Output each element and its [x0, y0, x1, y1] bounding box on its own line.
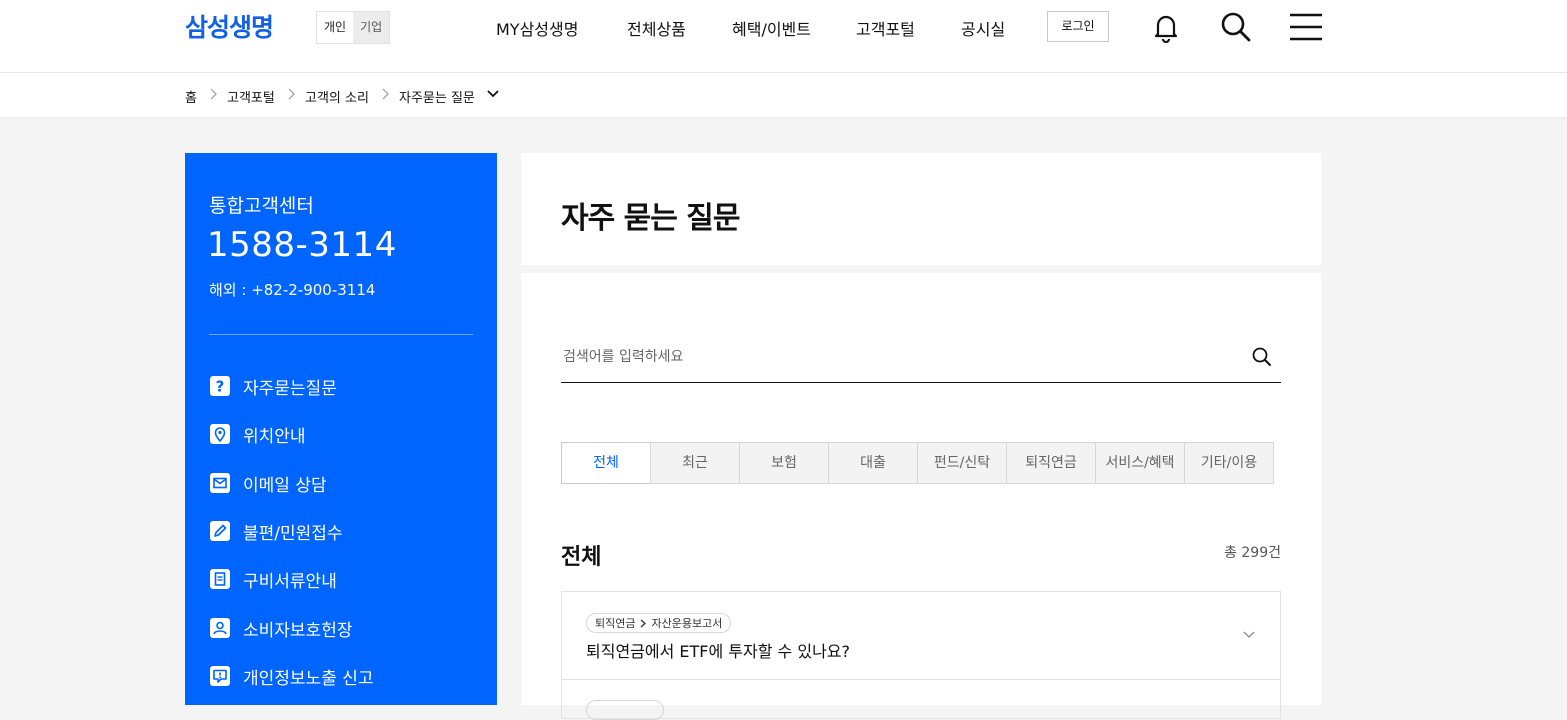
- chevron-right-icon: [382, 88, 389, 100]
- alert-chat-icon: [210, 666, 230, 686]
- question-icon: ?: [210, 376, 230, 396]
- faq-category: 퇴직연금: [595, 616, 636, 630]
- faq-subcategory: 자산운용보고서: [651, 616, 723, 630]
- faq-question[interactable]: 퇴직연금에서 ETF에 투자할 수 있나요?: [586, 638, 850, 662]
- nav-benefits-events[interactable]: 혜택/이벤트: [732, 16, 811, 40]
- sidebar-item-label: 불편/민원접수: [243, 523, 343, 544]
- sidebar-item-label: 개인정보노출 신고: [243, 668, 374, 689]
- customer-type-toggle: 개인 기업: [316, 11, 391, 44]
- tab-insurance[interactable]: 보험: [739, 442, 829, 484]
- category-tabs: 전체 최근 보험 대출 펀드/신탁 퇴직연금 서비스/혜택 기타/이용: [561, 442, 1281, 484]
- sidebar-item-label: 이메일 상담: [243, 475, 327, 496]
- breadcrumb-customer-voice[interactable]: 고객의 소리: [305, 87, 369, 106]
- faq-category-badge: 퇴직연금 자산운용보고서: [586, 613, 732, 633]
- chevron-right-icon: [210, 88, 217, 100]
- user-icon: [210, 618, 230, 638]
- sidebar-phone: 1588-3114: [207, 225, 397, 265]
- breadcrumb-customer-portal[interactable]: 고객포털: [227, 87, 275, 106]
- location-pin-icon: [210, 424, 230, 444]
- page-title-box: 자주 묻는 질문: [521, 153, 1321, 265]
- menu-icon[interactable]: [1290, 11, 1322, 43]
- nav-disclosure[interactable]: 공시실: [961, 16, 1005, 40]
- login-button[interactable]: 로그인: [1047, 11, 1109, 42]
- nav-my-samsung-life[interactable]: MY삼성생명: [496, 16, 578, 40]
- segment-personal[interactable]: 개인: [317, 12, 353, 43]
- sidebar-item-privacy-report[interactable]: 개인정보노출 신고: [209, 664, 374, 689]
- breadcrumb-home[interactable]: 홈: [185, 87, 197, 106]
- bell-icon[interactable]: [1150, 11, 1182, 43]
- sidebar-item-complaint[interactable]: 불편/민원접수: [209, 519, 343, 544]
- page-title: 자주 묻는 질문: [561, 201, 740, 236]
- nav-customer-portal[interactable]: 고객포털: [856, 16, 915, 40]
- search-icon[interactable]: [1220, 11, 1252, 43]
- sidebar-title: 통합고객센터: [209, 195, 314, 217]
- section-title: 전체: [561, 545, 602, 570]
- customer-center-sidebar: 통합고객센터 1588-3114 해외 : +82-2-900-3114 ? 자…: [185, 153, 497, 705]
- breadcrumb-faq[interactable]: 자주묻는 질문: [399, 87, 475, 106]
- sidebar-divider: [209, 334, 473, 335]
- chevron-down-icon[interactable]: [486, 89, 500, 99]
- faq-item[interactable]: 퇴직연금 자산운용보고서 퇴직연금에서 ETF에 투자할 수 있나요?: [561, 591, 1281, 679]
- tab-loan[interactable]: 대출: [828, 442, 918, 484]
- faq-item[interactable]: [561, 679, 1281, 720]
- sidebar-item-location[interactable]: 위치안내: [209, 422, 306, 447]
- mail-icon: [210, 473, 230, 493]
- document-icon: [210, 569, 230, 589]
- breadcrumb: 홈 고객포털 고객의 소리 자주묻는 질문: [0, 73, 1567, 118]
- chevron-right-icon: [288, 88, 295, 100]
- faq-category-badge: [586, 700, 664, 720]
- tab-other-usage[interactable]: 기타/이용: [1184, 442, 1274, 484]
- samsung-life-logo[interactable]: 삼성생명: [185, 8, 274, 44]
- tab-service-benefits[interactable]: 서비스/혜택: [1095, 442, 1185, 484]
- faq-content: 전체 최근 보험 대출 펀드/신탁 퇴직연금 서비스/혜택 기타/이용 전체 총…: [521, 273, 1321, 720]
- result-count: 총 299건: [1224, 545, 1281, 561]
- tab-retirement-pension[interactable]: 퇴직연금: [1006, 442, 1096, 484]
- sidebar-item-faq[interactable]: ? 자주묻는질문: [209, 374, 337, 399]
- segment-corporate[interactable]: 기업: [353, 12, 390, 43]
- nav-all-products[interactable]: 전체상품: [627, 16, 686, 40]
- sidebar-item-label: 위치안내: [243, 426, 306, 447]
- sidebar-item-label: 소비자보호헌장: [243, 620, 353, 641]
- tab-all[interactable]: 전체: [561, 442, 651, 484]
- search-input[interactable]: [561, 342, 1225, 372]
- tab-recent[interactable]: 최근: [650, 442, 740, 484]
- sidebar-item-label: 구비서류안내: [243, 571, 337, 592]
- sidebar-item-documents[interactable]: 구비서류안내: [209, 567, 337, 592]
- chevron-right-icon: [641, 619, 647, 627]
- search-icon[interactable]: [1251, 346, 1273, 368]
- tab-fund-trust[interactable]: 펀드/신탁: [917, 442, 1007, 484]
- chevron-down-icon[interactable]: [1242, 630, 1256, 640]
- sidebar-overseas-phone: 해외 : +82-2-900-3114: [209, 281, 376, 299]
- svg-text:?: ?: [216, 378, 225, 396]
- sidebar-item-consumer-charter[interactable]: 소비자보호헌장: [209, 616, 353, 641]
- sidebar-item-label: 자주묻는질문: [243, 378, 337, 399]
- pencil-icon: [210, 521, 230, 541]
- sidebar-item-email[interactable]: 이메일 상담: [209, 471, 327, 496]
- top-header: 삼성생명 개인 기업 MY삼성생명 전체상품 혜택/이벤트 고객포털 공시실 로…: [0, 0, 1567, 73]
- faq-search: [561, 336, 1281, 383]
